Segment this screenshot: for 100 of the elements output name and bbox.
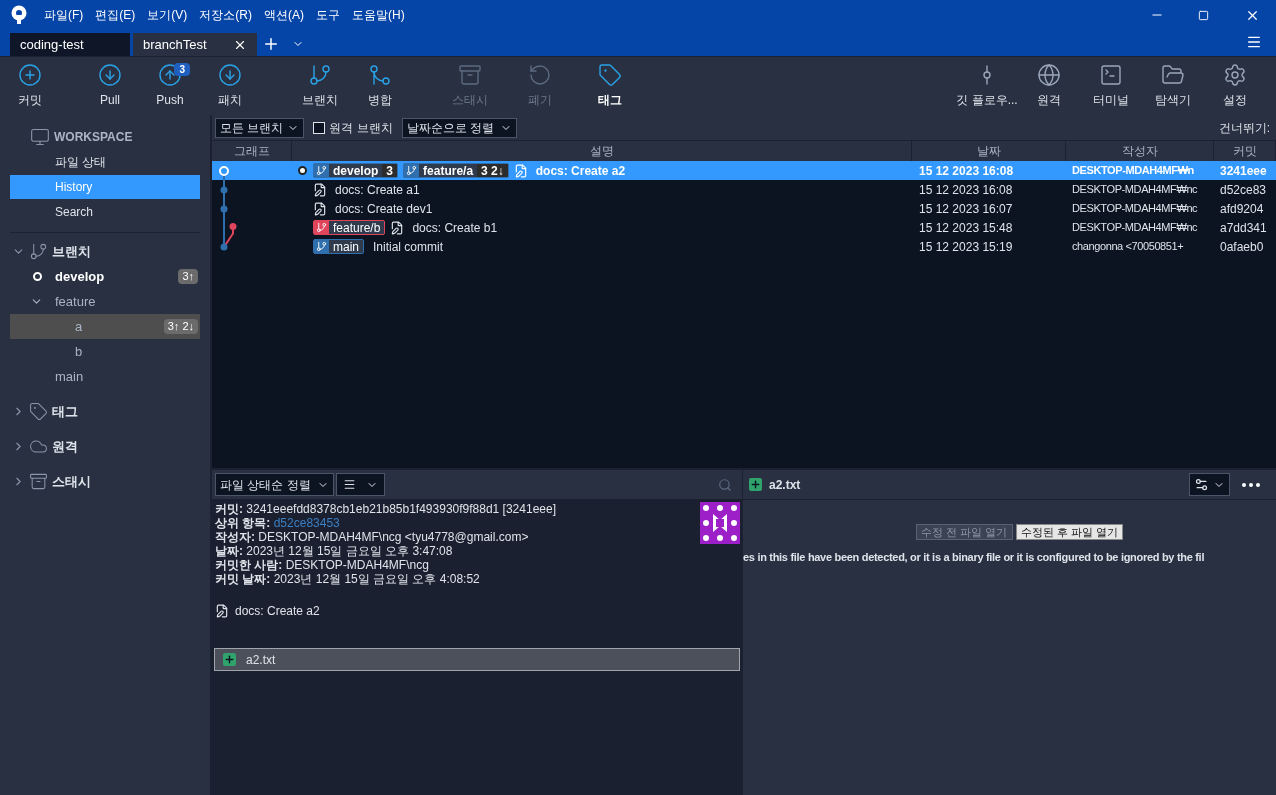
- menu-item[interactable]: 도구: [316, 6, 340, 24]
- date-cell-text: 15 12 2023 16:08: [918, 162, 1015, 180]
- open-file-button[interactable]: 수정된 후 파일 열기: [1015, 524, 1123, 540]
- commit-hash-cell-text: afd9204: [1219, 200, 1265, 218]
- branch-label: main: [313, 239, 364, 254]
- menu-item[interactable]: 보기(V): [147, 6, 188, 24]
- workspace-item[interactable]: 파일 상태: [10, 150, 200, 174]
- author-cell-text: DESKTOP-MDAH4MF₩n: [1071, 163, 1195, 179]
- commit-row[interactable]: main Initial commit 15 12 2023 15:19 changonna <70050851+ 0afaeb0: [212, 237, 1276, 256]
- branch-icon: [316, 241, 327, 252]
- toolbar-button[interactable]: 터미널: [1080, 57, 1142, 115]
- current-branch-icon: [33, 272, 42, 281]
- archive-icon: [458, 63, 482, 87]
- menu-item[interactable]: 저장소(R): [199, 6, 252, 24]
- tag-icon: [598, 63, 622, 87]
- commit-row[interactable]: docs: Create a1 15 12 2023 16:08 DESKTOP-MDAH4MF₩nc d52ce83: [212, 180, 1276, 199]
- settings-dropdown[interactable]: [1189, 473, 1230, 496]
- sidebar-section[interactable]: 태그: [0, 399, 210, 424]
- toolbar-button[interactable]: 3 Push: [140, 57, 200, 115]
- toolbar-button[interactable]: 깃 플로우...: [956, 57, 1018, 115]
- commit-message-icon: [390, 220, 405, 235]
- commit-detail-line: 커밋: 3241eeefdd8378cb1eb21b85b1f493930f9f88d1 [3241eee]: [215, 502, 557, 516]
- terminal-icon: [1099, 63, 1123, 87]
- archive-icon: [29, 472, 48, 491]
- branch-filter-dropdown[interactable]: 모든 브랜치: [215, 117, 305, 138]
- commit-message-icon: [215, 604, 229, 618]
- toolbar-button[interactable]: 설정: [1204, 57, 1266, 115]
- toolbar-button[interactable]: 병합: [350, 57, 410, 115]
- date-cell-text: 15 12 2023 15:48: [918, 219, 1014, 237]
- toolbar-button[interactable]: 원격: [1018, 57, 1080, 115]
- commit-message: docs: Create a2: [235, 604, 320, 618]
- view-mode-dropdown[interactable]: [335, 473, 385, 496]
- added-file-icon: [223, 653, 236, 666]
- remote-branches-checkbox[interactable]: 원격 브랜치: [313, 118, 393, 137]
- sidebar-section[interactable]: 원격: [0, 434, 210, 459]
- commit-message-icon: [313, 182, 327, 197]
- commit-detail-line: 커밋한 사람: DESKTOP-MDAH4MF\ncg: [215, 558, 430, 572]
- branch-icon: [308, 63, 332, 87]
- toolbar-button[interactable]: 탐색기: [1142, 57, 1204, 115]
- toolbar-button[interactable]: 브랜치: [290, 57, 350, 115]
- up-arrow-circle-icon: [158, 63, 182, 87]
- date-cell-text: 15 12 2023 15:19: [918, 238, 1014, 256]
- plus-circle-icon: [18, 63, 42, 87]
- sort-dropdown[interactable]: 날짜순으로 정렬: [401, 117, 518, 138]
- commit-message-icon: [313, 201, 327, 216]
- branch-item[interactable]: main: [10, 364, 200, 389]
- maximize-icon[interactable]: [1198, 9, 1209, 21]
- menu-icon[interactable]: [1246, 34, 1262, 50]
- commit-row[interactable]: feature/b docs: Create b1 15 12 2023 15:48 DESKTOP-MDAH4MF₩nc a7dd341: [212, 218, 1276, 237]
- globe-icon: [1037, 63, 1061, 87]
- avatar-image: [700, 502, 740, 544]
- branch-item[interactable]: develop 3↑: [10, 264, 200, 289]
- workspace-item[interactable]: Search: [10, 200, 200, 224]
- section-title: WORKSPACE: [54, 129, 133, 146]
- folder-icon: [1161, 63, 1185, 87]
- commit-hash-cell-text: 0afaeb0: [1219, 238, 1265, 256]
- branch-icon: [406, 165, 418, 176]
- toolbar-button[interactable]: 태그: [580, 57, 640, 115]
- commit-row[interactable]: docs: Create dev1 15 12 2023 16:07 DESKTOP-MDAH4MF₩nc afd9204: [212, 199, 1276, 218]
- branch-item[interactable]: a 3↑ 2↓: [10, 314, 200, 339]
- branch-icon: [316, 222, 327, 233]
- new-tab-icon[interactable]: [262, 35, 280, 53]
- commit-message: docs: Create b1: [412, 219, 498, 237]
- sidebar-section[interactable]: 브랜치: [0, 239, 210, 264]
- branch-label: develop 3: [313, 163, 399, 178]
- cloud-icon: [29, 437, 48, 456]
- sidebar-section[interactable]: 스태시: [0, 469, 210, 494]
- author-cell-text: changonna <70050851+: [1071, 239, 1185, 255]
- file-sort-dropdown[interactable]: 파일 상태순 정렬: [215, 473, 334, 496]
- file-item[interactable]: a2.txt: [214, 648, 740, 671]
- ahead-behind-badge: 3↑ 2↓: [163, 319, 198, 334]
- count-badge: 3: [174, 63, 190, 76]
- down-arrow-circle-icon: [98, 63, 122, 87]
- more-button[interactable]: [1242, 482, 1260, 487]
- diff-notice: es in this file have been detected, or it is a binary file or it is configured to be ignored by the fil: [743, 550, 1206, 565]
- date-cell-text: 15 12 2023 16:08: [918, 181, 1014, 199]
- list-icon: [342, 478, 356, 491]
- repository-tab[interactable]: branchTest: [133, 33, 257, 56]
- added-file-icon: [749, 478, 762, 491]
- branch-item[interactable]: b: [10, 339, 200, 364]
- commit-detail-line: 날짜: 2023년 12월 15일 금요일 오후 3:47:08: [215, 544, 454, 558]
- commit-detail-line[interactable]: 상위 항목: d52ce83453: [215, 516, 700, 530]
- monitor-icon: [30, 127, 50, 147]
- commit-message: docs: Create a2: [535, 162, 626, 180]
- commit-message-icon: [513, 163, 528, 178]
- menu-item[interactable]: 도움말(H): [352, 6, 405, 24]
- menu-item[interactable]: 파일(F): [44, 6, 84, 24]
- toolbar-button[interactable]: 커밋: [0, 57, 60, 115]
- commit-message: docs: Create dev1: [335, 200, 433, 218]
- toolbar-button[interactable]: Pull: [80, 57, 140, 115]
- commit-hash-cell-text: d52ce83: [1219, 181, 1268, 199]
- branch-folder[interactable]: feature: [0, 289, 210, 314]
- menu-item[interactable]: 편집(E): [95, 6, 136, 24]
- commit-row[interactable]: develop 3 feature/a 3 2↓ docs: Create a2 15 12 2023 16:08 DESKTOP-MDAH4MF₩n 3241eee: [212, 161, 1276, 180]
- commit-detail-line: 작성자: DESKTOP-MDAH4MF\ncg <tyu4778@gmail.com>: [215, 530, 530, 544]
- jump-label: 건너뛰기:: [1218, 119, 1270, 137]
- toolbar-button[interactable]: 패치: [200, 57, 260, 115]
- merge-icon: [368, 63, 392, 87]
- menu-item[interactable]: 액션(A): [264, 6, 304, 24]
- repository-tab[interactable]: coding-test: [10, 33, 130, 56]
